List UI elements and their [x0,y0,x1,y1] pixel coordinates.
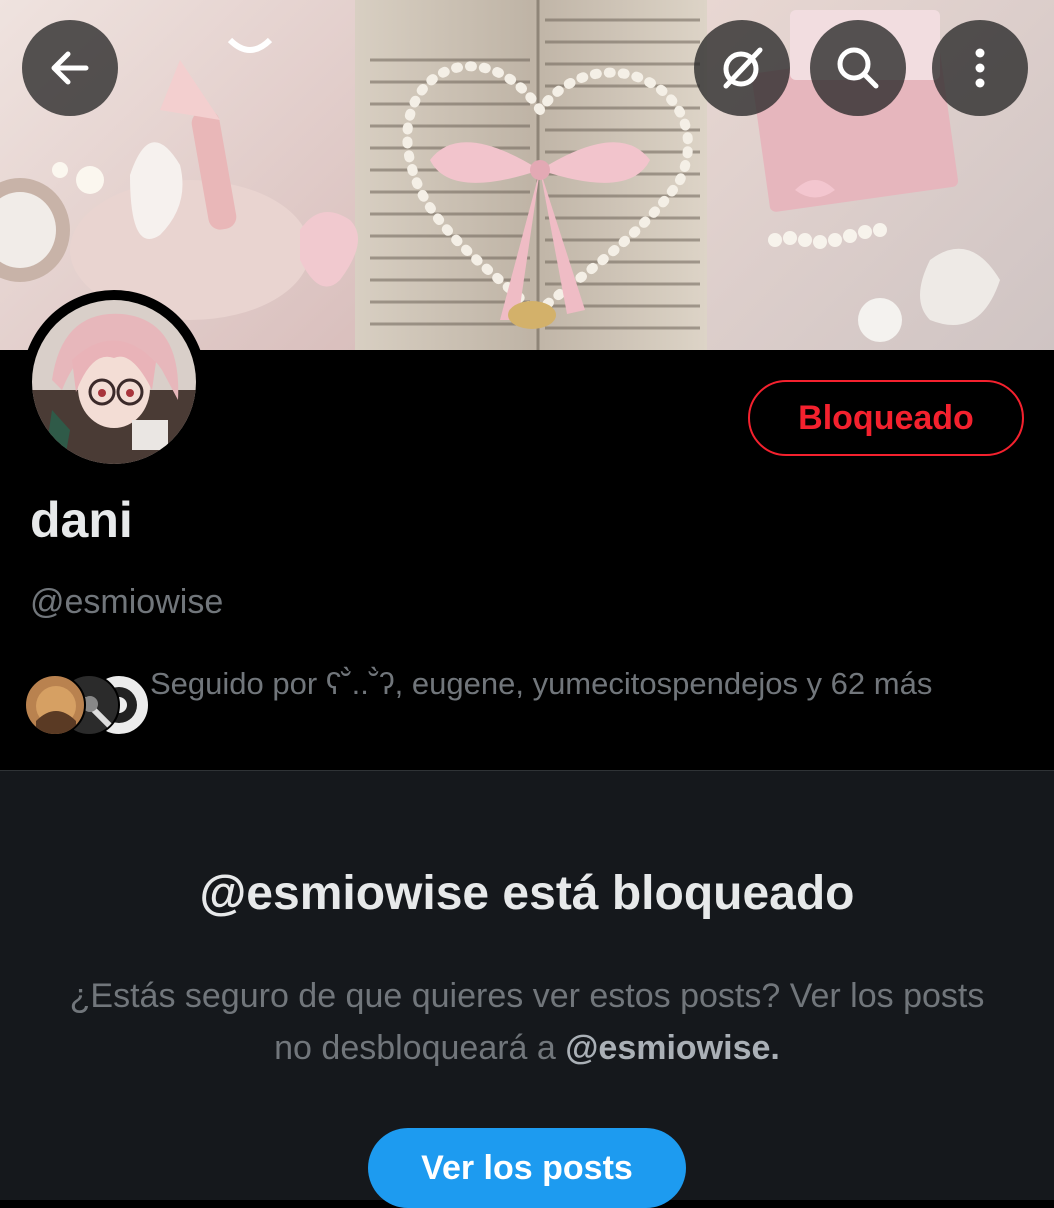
profile-avatar[interactable] [22,290,206,474]
back-button[interactable] [22,20,118,116]
blocked-status-button[interactable]: Bloqueado [748,380,1024,456]
search-button[interactable] [810,20,906,116]
blocked-notice-handle: @esmiowise. [565,1029,780,1067]
user-handle: @esmiowise [30,583,224,621]
avatar-image [32,300,196,464]
search-icon [837,47,879,89]
back-arrow-icon [51,51,89,85]
more-vertical-icon [975,48,985,88]
view-posts-button[interactable]: Ver los posts [368,1128,686,1208]
blocked-notice-description: ¿Estás seguro de que quieres ver estos p… [60,970,994,1074]
blocked-notice-description-text: ¿Estás seguro de que quieres ver estos p… [69,977,985,1067]
more-options-button[interactable] [932,20,1028,116]
display-name: dani [30,492,133,548]
followed-by-text: Seguido por ʕ˘̀..˘̀ʔ, eugene, yumecitosp… [150,666,933,701]
grok-button[interactable] [694,20,790,116]
follower-avatar [24,674,86,736]
grok-icon [723,47,763,89]
blocked-notice-title: @esmiowise está bloqueado [199,867,855,920]
follower-avatars [24,674,150,736]
followed-by-row[interactable]: Seguido por ʕ˘̀..˘̀ʔ, eugene, yumecitosp… [24,662,1024,752]
